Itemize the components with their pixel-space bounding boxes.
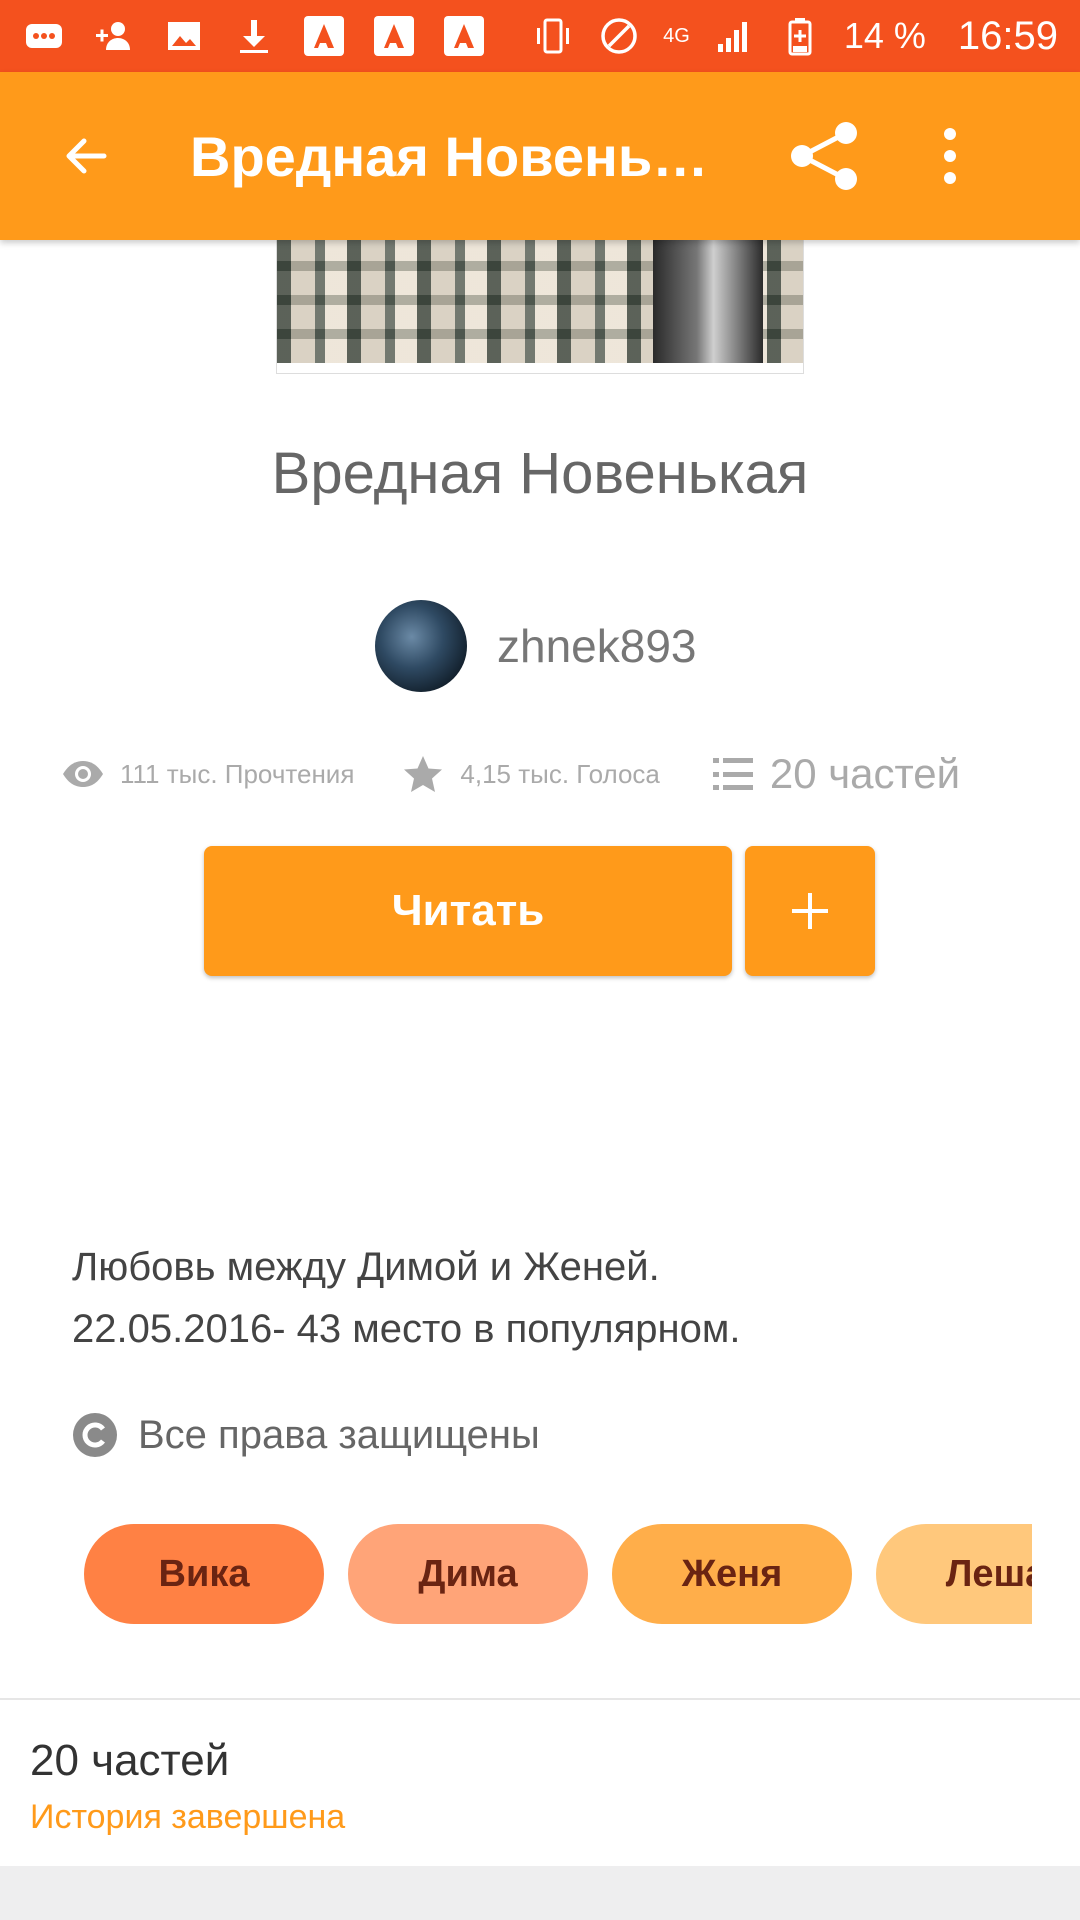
story-title: Вредная Новенькая xyxy=(271,441,809,506)
votes-count: 4,15 тыс. Голоса xyxy=(460,758,660,789)
app-bar-title: Вредная Новеньк... xyxy=(190,124,710,188)
tag-chip[interactable]: Леша xyxy=(876,1524,1032,1624)
tag-chip[interactable]: Вика xyxy=(84,1524,324,1624)
read-button[interactable]: Читать xyxy=(204,846,732,976)
divider xyxy=(0,1698,1080,1700)
author-name[interactable]: zhnek893 xyxy=(497,619,697,673)
tag-chip[interactable]: Женя xyxy=(612,1524,852,1624)
parts-count-stat: 20 частей xyxy=(769,750,961,797)
battery-percent: 14 % xyxy=(843,15,926,56)
copyright-icon xyxy=(72,1412,118,1458)
description-line: 22.05.2016- 43 место в популярном. xyxy=(72,1307,741,1351)
add-person-icon xyxy=(92,14,136,58)
signal-icon xyxy=(712,14,756,58)
story-cover-image[interactable] xyxy=(276,240,804,374)
copyright-text: Все права защищены xyxy=(138,1412,540,1457)
toc-parts-count[interactable]: 20 частей xyxy=(30,1736,229,1786)
more-vert-icon xyxy=(944,128,956,184)
author-link[interactable]: zhnek893 xyxy=(375,600,697,692)
plus-icon xyxy=(792,893,828,929)
tags-row: Вика Дима Женя Леша xyxy=(84,1524,1032,1624)
avatar[interactable] xyxy=(375,600,467,692)
tag-chip[interactable]: Дима xyxy=(348,1524,588,1624)
back-arrow-icon xyxy=(66,138,107,174)
vibrate-icon xyxy=(531,14,575,58)
story-status: История завершена xyxy=(30,1798,346,1836)
back-button[interactable] xyxy=(40,111,130,201)
battery-icon xyxy=(778,14,822,58)
image-icon xyxy=(162,14,206,58)
message-icon xyxy=(22,14,66,58)
clock: 16:59 xyxy=(957,13,1058,58)
eye-icon xyxy=(60,751,106,797)
votes-stat: 4,15 тыс. Голоса xyxy=(400,751,660,797)
status-bar: 4G 14 % 16:59 xyxy=(0,0,1080,72)
app-a-icon xyxy=(372,14,416,58)
no-disturb-icon xyxy=(597,14,641,58)
star-icon xyxy=(400,751,446,797)
more-options-button[interactable] xyxy=(920,111,980,201)
copyright-notice: Все права защищены xyxy=(72,1412,540,1458)
bottom-strip xyxy=(0,1866,1080,1920)
download-icon xyxy=(232,14,276,58)
reads-stat: 111 тыс. Прочтения xyxy=(60,751,354,797)
story-description: Любовь между Димой и Женей. 22.05.2016- … xyxy=(72,1236,1012,1360)
reads-count: 111 тыс. Прочтения xyxy=(120,758,355,789)
app-bar: Вредная Новеньк... xyxy=(0,72,1080,240)
add-to-library-button[interactable] xyxy=(745,846,875,976)
list-icon xyxy=(710,751,756,797)
share-icon xyxy=(791,122,857,190)
app-a-icon xyxy=(302,14,346,58)
parts-stat: 20 частей xyxy=(710,750,960,798)
description-line: Любовь между Димой и Женей. xyxy=(72,1245,660,1289)
story-stats: 111 тыс. Прочтения 4,15 тыс. Голоса 20 ч… xyxy=(60,746,1020,802)
share-button[interactable] xyxy=(780,111,870,201)
network-type: 4G xyxy=(663,24,690,47)
app-a-icon xyxy=(442,14,486,58)
